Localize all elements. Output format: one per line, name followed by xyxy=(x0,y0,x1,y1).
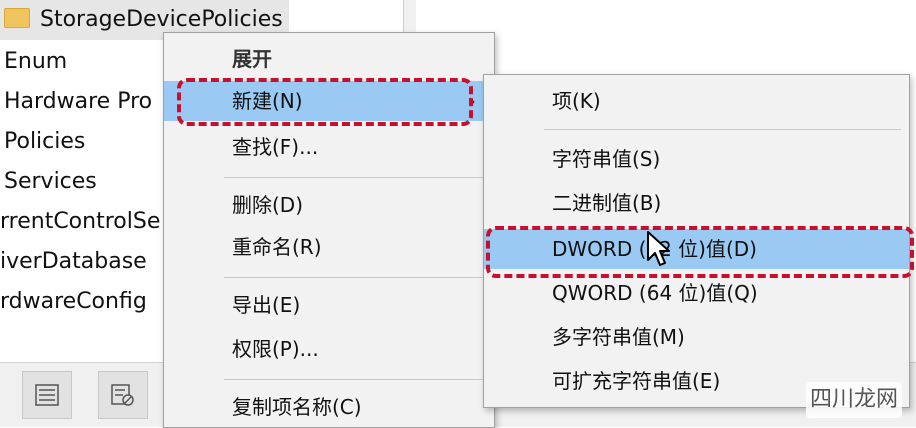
menu-item-label: 查找(F)... xyxy=(232,135,319,159)
menu-item-label: 二进制值(B) xyxy=(552,191,662,215)
context-menu: 展开 新建(N) › 查找(F)... 删除(D) 重命名(R) 导出(E) 权… xyxy=(163,32,495,428)
new-submenu: 项(K) 字符串值(S) 二进制值(B) DWORD (32 位)值(D) QW… xyxy=(483,74,910,408)
menu-item-permissions[interactable]: 权限(P)... xyxy=(164,329,494,369)
list-view-button[interactable] xyxy=(22,371,72,419)
tree-item-currentcontrolset[interactable]: rrentControlSe xyxy=(0,202,160,242)
details-icon xyxy=(111,384,134,406)
menu-item-copy-key-name[interactable]: 复制项名称(C) xyxy=(164,387,494,427)
menu-item-label: QWORD (64 位)值(Q) xyxy=(552,281,758,305)
folder-icon xyxy=(4,8,30,28)
menu-separator xyxy=(544,129,901,130)
menu-item-label: 导出(E) xyxy=(232,293,301,317)
tree-item-label: rdwareConfig xyxy=(0,289,147,314)
menu-item-label: 可扩充字符串值(E) xyxy=(552,369,721,393)
tree-item-label: Services xyxy=(4,169,97,194)
submenu-item-dword-value[interactable]: DWORD (32 位)值(D) xyxy=(484,229,909,269)
tree-item-label: Hardware Pro xyxy=(4,89,153,114)
list-icon xyxy=(35,384,59,406)
tree-item-label: iverDatabase xyxy=(0,249,147,274)
menu-item-find[interactable]: 查找(F)... xyxy=(164,127,494,167)
submenu-item-multistring-value[interactable]: 多字符串值(M) xyxy=(484,317,909,357)
details-view-button[interactable] xyxy=(98,371,148,419)
menu-item-label: 权限(P)... xyxy=(232,337,319,361)
tree-item-driverdatabase[interactable]: iverDatabase xyxy=(0,242,147,282)
submenu-item-qword-value[interactable]: QWORD (64 位)值(Q) xyxy=(484,273,909,313)
tree-item-label: rrentControlSe xyxy=(0,209,161,234)
menu-separator xyxy=(224,277,486,278)
watermark-logo: 四川龙网 xyxy=(806,382,902,418)
tree-item-hardwareconfig[interactable]: rdwareConfig xyxy=(0,282,147,322)
menu-item-label: 重命名(R) xyxy=(232,235,322,259)
mouse-cursor-icon xyxy=(647,231,670,266)
menu-item-new[interactable]: 新建(N) › xyxy=(164,81,494,121)
menu-separator xyxy=(224,177,486,178)
menu-item-label: 删除(D) xyxy=(232,193,304,217)
menu-item-export[interactable]: 导出(E) xyxy=(164,285,494,325)
tree-item-label: StorageDevicePolicies xyxy=(40,7,283,32)
submenu-item-string-value[interactable]: 字符串值(S) xyxy=(484,139,909,179)
menu-item-label: 展开 xyxy=(232,47,272,71)
tree-item-hardware-profiles[interactable]: Hardware Pro xyxy=(4,82,152,122)
tree-item-label: Policies xyxy=(4,129,86,154)
menu-separator xyxy=(224,379,486,380)
menu-item-label: 字符串值(S) xyxy=(552,147,661,171)
menu-item-delete[interactable]: 删除(D) xyxy=(164,185,494,225)
tree-item-policies[interactable]: Policies xyxy=(4,122,85,162)
menu-item-expand[interactable]: 展开 xyxy=(164,39,494,79)
menu-item-label: 项(K) xyxy=(552,89,601,113)
menu-item-label: 新建(N) xyxy=(232,89,303,113)
tree-item-enum[interactable]: Enum xyxy=(4,42,67,82)
tree-item-label: Enum xyxy=(4,49,68,74)
submenu-arrow-icon: › xyxy=(468,89,476,113)
submenu-item-key[interactable]: 项(K) xyxy=(484,81,909,121)
menu-item-label: 复制项名称(C) xyxy=(232,395,362,419)
submenu-item-binary-value[interactable]: 二进制值(B) xyxy=(484,183,909,223)
menu-item-rename[interactable]: 重命名(R) xyxy=(164,227,494,267)
tree-item-services[interactable]: Services xyxy=(4,162,97,202)
menu-item-label: 多字符串值(M) xyxy=(552,325,685,349)
